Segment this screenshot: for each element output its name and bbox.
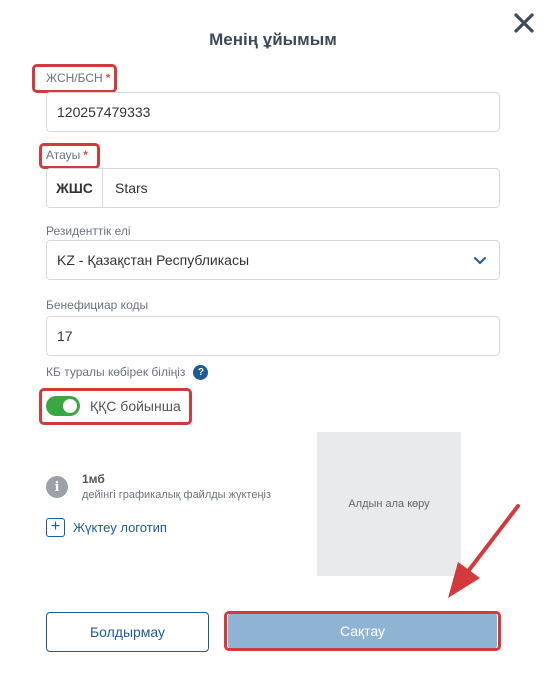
vat-toggle-row[interactable]: ҚҚС бойынша	[46, 396, 181, 416]
toggle-knob	[63, 399, 77, 413]
name-value: Stars	[115, 180, 148, 196]
required-mark: *	[105, 71, 111, 85]
residency-select[interactable]: KZ - Қазақстан Республикасы	[46, 240, 500, 280]
name-input[interactable]: ЖШС Stars	[46, 168, 500, 208]
beneficiary-value: 17	[57, 328, 73, 344]
beneficiary-input[interactable]: 17	[46, 316, 500, 356]
upload-logo-label: Жүктеу логотип	[73, 520, 167, 535]
logo-preview: Алдын ала көру	[317, 432, 461, 576]
save-button[interactable]: Сақтау	[228, 614, 497, 648]
required-mark: *	[83, 148, 88, 162]
bin-label: ЖСН/БСН *	[46, 71, 111, 85]
plus-icon: +	[46, 518, 65, 537]
residency-value: KZ - Қазақстан Республикасы	[57, 252, 250, 268]
logo-upload-hint: дейінгі графикалық файлды жүктеңіз	[82, 489, 272, 501]
logo-size-limit: 1мб	[82, 472, 105, 486]
beneficiary-label: Бенефициар коды	[46, 298, 149, 312]
chevron-down-icon	[474, 257, 486, 264]
residency-label: Резиденттік елі	[46, 224, 131, 238]
legal-form-prefix: ЖШС	[47, 169, 103, 207]
vat-toggle-switch[interactable]	[46, 396, 80, 416]
help-icon[interactable]: ?	[193, 365, 209, 381]
kb-help-label: КБ туралы көбірек біліңіз?	[46, 365, 209, 381]
cancel-button[interactable]: Болдырмау	[46, 612, 209, 652]
upload-logo-button[interactable]: + Жүктеу логотип	[46, 518, 167, 537]
name-label: Атауы *	[46, 148, 88, 162]
bin-value: 120257479333	[57, 104, 151, 120]
bin-input[interactable]: 120257479333	[46, 92, 500, 132]
info-icon: i	[46, 476, 68, 498]
dialog-title: Менің ұйымым	[209, 30, 337, 49]
preview-label: Алдын ала көру	[348, 498, 430, 510]
vat-toggle-label: ҚҚС бойынша	[90, 398, 181, 414]
